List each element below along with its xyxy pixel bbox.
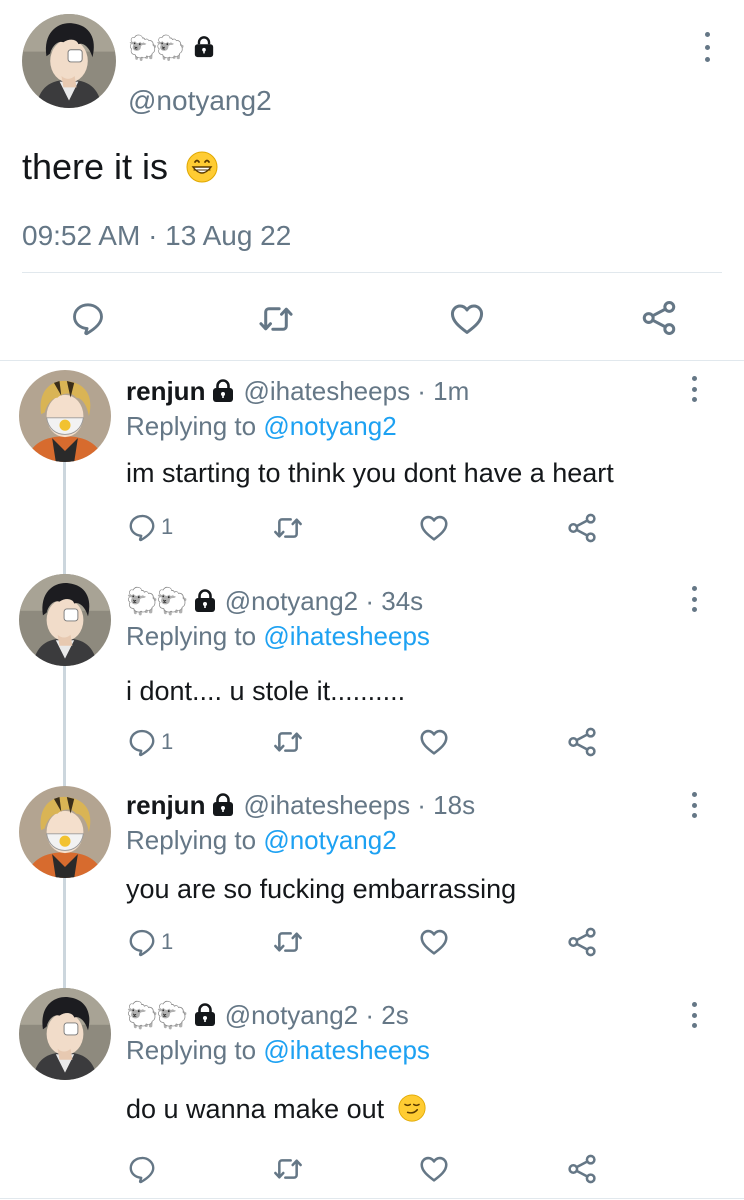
replying-to-mention[interactable]: @notyang2 — [263, 825, 396, 855]
lock-icon — [193, 36, 215, 58]
reply-handle-time: @notyang2 · 34s — [224, 585, 424, 616]
reply-author-name[interactable]: 🐑🐑 — [126, 587, 189, 615]
author-handle[interactable]: @notyang2 — [128, 84, 272, 118]
author-display-name[interactable]: 🐑🐑 — [128, 32, 215, 63]
retweet-button[interactable] — [257, 300, 295, 338]
like-icon — [418, 1153, 450, 1185]
reply-icon — [70, 300, 106, 336]
divider — [0, 1198, 744, 1199]
replying-to-line: Replying to @ihatesheeps — [126, 620, 430, 652]
reply-text: you are so fucking embarrassing — [126, 874, 517, 904]
reply-icon — [127, 512, 157, 542]
like-icon — [418, 512, 450, 544]
share-icon — [566, 512, 598, 544]
retweet-icon — [272, 1153, 304, 1185]
grinning-emoji-icon — [186, 151, 218, 183]
reply-header: renjun @ihatesheeps · 18s — [126, 788, 475, 822]
reply-tweet[interactable]: 🐑🐑 @notyang2 · 2s Replying to @ihateshee… — [0, 998, 744, 1178]
reply-count: 1 — [161, 929, 174, 954]
like-button[interactable] — [418, 926, 450, 958]
reply-button[interactable] — [70, 300, 106, 336]
reply-text-content: do u wanna make out — [126, 1094, 385, 1124]
retweet-icon — [272, 726, 304, 758]
author-display-name-text: 🐑🐑 — [128, 35, 186, 62]
reply-author-name[interactable]: renjun — [126, 376, 205, 407]
reply-author-name[interactable]: 🐑🐑 — [126, 1001, 189, 1029]
author-avatar[interactable] — [22, 14, 116, 108]
reply-tweet[interactable]: renjun @ihatesheeps · 1m Replying to @no… — [0, 374, 744, 554]
replying-to-line: Replying to @notyang2 — [126, 410, 397, 442]
share-icon — [640, 299, 678, 337]
retweet-icon — [272, 926, 304, 958]
reply-handle-time: @notyang2 · 2s — [224, 999, 409, 1030]
share-button[interactable] — [566, 512, 598, 544]
reply-text: i dont.... u stole it.......... — [126, 676, 406, 706]
lock-icon — [193, 1003, 217, 1027]
reply-button[interactable]: 1 — [127, 727, 173, 757]
reply-author-name[interactable]: renjun — [126, 790, 205, 821]
share-button[interactable] — [566, 1153, 598, 1185]
retweet-icon — [272, 512, 304, 544]
reply-count: 1 — [161, 514, 174, 539]
tweet-timestamp[interactable]: 09:52 AM · 13 Aug 22 — [22, 219, 291, 253]
lock-icon — [193, 589, 217, 613]
share-icon — [566, 926, 598, 958]
divider — [0, 360, 744, 361]
retweet-button[interactable] — [272, 726, 304, 758]
share-icon — [566, 1153, 598, 1185]
replying-to-line: Replying to @ihatesheeps — [126, 1034, 430, 1066]
reply-icon — [127, 1154, 157, 1184]
like-button[interactable] — [448, 300, 486, 338]
lock-icon — [211, 379, 235, 403]
replying-to-line: Replying to @notyang2 — [126, 824, 397, 856]
replying-to-mention[interactable]: @notyang2 — [263, 411, 396, 441]
replying-to-label: Replying to — [126, 825, 257, 855]
reply-handle-time: @ihatesheeps · 1m — [243, 375, 470, 406]
replying-to-label: Replying to — [126, 411, 257, 441]
like-icon — [448, 300, 486, 338]
reply-button[interactable] — [127, 1154, 161, 1184]
reply-handle-time: @ihatesheeps · 18s — [243, 789, 476, 820]
like-button[interactable] — [418, 512, 450, 544]
share-button[interactable] — [566, 926, 598, 958]
reply-header: 🐑🐑 @notyang2 · 2s — [126, 998, 409, 1032]
reply-button[interactable]: 1 — [127, 512, 173, 542]
reply-icon — [127, 727, 157, 757]
reply-text: im starting to think you dont have a hea… — [126, 458, 614, 488]
tweet-text-content: there it is — [22, 146, 169, 187]
replying-to-label: Replying to — [126, 621, 257, 651]
reply-header: renjun @ihatesheeps · 1m — [126, 374, 469, 408]
share-button[interactable] — [640, 299, 678, 337]
share-button[interactable] — [566, 726, 598, 758]
more-options-icon[interactable] — [684, 1002, 704, 1028]
replying-to-mention[interactable]: @ihatesheeps — [263, 1035, 430, 1065]
more-options-icon[interactable] — [684, 586, 704, 612]
reply-tweet[interactable]: 🐑🐑 @notyang2 · 34s Replying to @ihateshe… — [0, 584, 744, 764]
reply-tweet[interactable]: renjun @ihatesheeps · 18s Replying to @n… — [0, 788, 744, 968]
more-options-icon[interactable] — [697, 32, 717, 62]
reply-header: 🐑🐑 @notyang2 · 34s — [126, 584, 423, 618]
replying-to-label: Replying to — [126, 1035, 257, 1065]
reply-icon — [127, 927, 157, 957]
like-button[interactable] — [418, 1153, 450, 1185]
reply-text: do u wanna make out — [126, 1092, 426, 1126]
divider — [22, 272, 722, 273]
retweet-button[interactable] — [272, 926, 304, 958]
like-icon — [418, 926, 450, 958]
retweet-button[interactable] — [272, 512, 304, 544]
more-options-icon[interactable] — [684, 792, 704, 818]
more-options-icon[interactable] — [684, 376, 704, 402]
lock-icon — [211, 793, 235, 817]
tweet-text: there it is — [22, 146, 218, 188]
smirking-emoji-icon — [398, 1094, 426, 1122]
reply-button[interactable]: 1 — [127, 927, 173, 957]
reply-count: 1 — [161, 729, 174, 754]
replying-to-mention[interactable]: @ihatesheeps — [263, 621, 430, 651]
like-button[interactable] — [418, 726, 450, 758]
share-icon — [566, 726, 598, 758]
retweet-button[interactable] — [272, 1153, 304, 1185]
retweet-icon — [257, 300, 295, 338]
like-icon — [418, 726, 450, 758]
